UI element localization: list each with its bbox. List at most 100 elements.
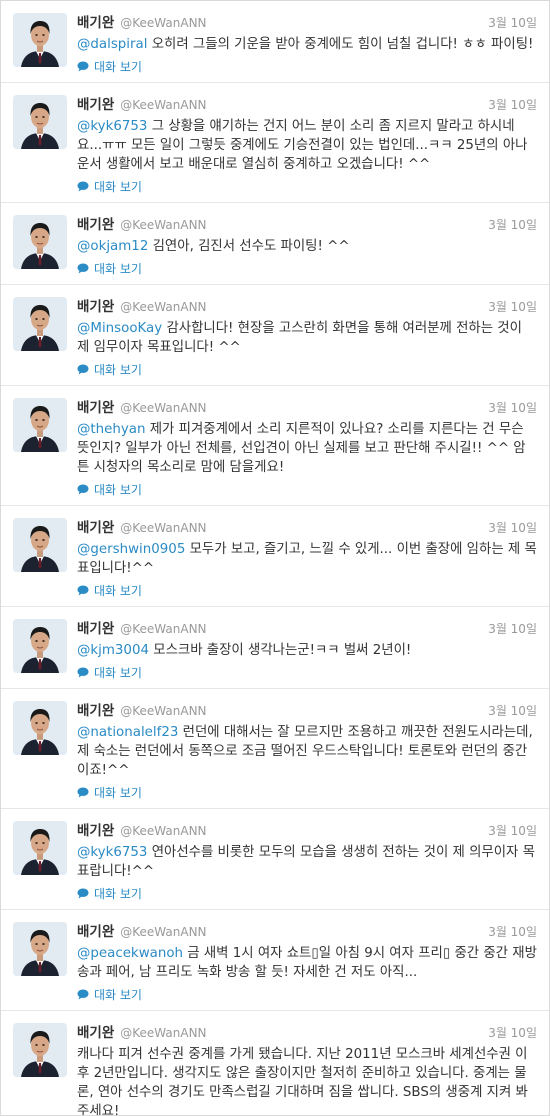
mention-link[interactable]: @MinsooKay	[77, 321, 162, 336]
mention-link[interactable]: @okjam12	[77, 239, 148, 254]
action-label[interactable]: 대화 보기	[94, 481, 142, 498]
timestamp[interactable]: 3월 10일	[488, 216, 537, 233]
tweet[interactable]: 배기완 @KeeWanANN 3월 10일 @peacekwanoh 금 새벽 …	[1, 910, 549, 1011]
avatar[interactable]	[13, 922, 67, 976]
user-handle[interactable]: @KeeWanANN	[120, 824, 206, 838]
view-conversation-link[interactable]: 대화 보기	[77, 784, 537, 800]
mention-link[interactable]: @thehyan	[77, 422, 145, 437]
user-handle[interactable]: @KeeWanANN	[120, 401, 206, 415]
tweet-body: 모스크바 출장이 생각나는군!ㅋㅋ 벌써 2년이!	[149, 643, 412, 658]
tweet-body: 오히려 그들의 기운을 받아 중계에도 힘이 넘칠 겁니다! ㅎㅎ 파이팅!	[147, 37, 534, 52]
display-name[interactable]: 배기완	[77, 11, 114, 31]
user-handle[interactable]: @KeeWanANN	[120, 218, 206, 232]
timestamp[interactable]: 3월 10일	[488, 96, 537, 113]
avatar[interactable]	[13, 215, 67, 269]
timestamp[interactable]: 3월 10일	[488, 822, 537, 839]
action-label[interactable]: 대화 보기	[94, 178, 142, 195]
speech-bubble-icon	[77, 181, 89, 191]
mention-link[interactable]: @gershwin0905	[77, 542, 185, 557]
avatar[interactable]	[13, 398, 67, 452]
timestamp[interactable]: 3월 10일	[488, 14, 537, 31]
tweet[interactable]: 배기완 @KeeWanANN 3월 10일 @nationalelf23 런던에…	[1, 689, 549, 809]
view-conversation-link[interactable]: 대화 보기	[77, 260, 537, 276]
tweet[interactable]: 배기완 @KeeWanANN 3월 10일 캐나다 피겨 선수권 중계를 가게 …	[1, 1011, 549, 1115]
tweet[interactable]: 배기완 @KeeWanANN 3월 10일 @thehyan 제가 피겨중계에서…	[1, 386, 549, 506]
action-label[interactable]: 대화 보기	[94, 986, 142, 1003]
speech-bubble-icon	[77, 989, 89, 999]
tweet-header: 배기완 @KeeWanANN 3월 10일	[77, 516, 537, 536]
tweet-header: 배기완 @KeeWanANN 3월 10일	[77, 1021, 537, 1041]
avatar[interactable]	[13, 297, 67, 351]
user-handle[interactable]: @KeeWanANN	[120, 16, 206, 30]
mention-link[interactable]: @kyk6753	[77, 845, 147, 860]
tweet[interactable]: 배기완 @KeeWanANN 3월 10일 @gershwin0905 모두가 …	[1, 506, 549, 607]
user-handle[interactable]: @KeeWanANN	[120, 98, 206, 112]
speech-bubble-icon	[77, 484, 89, 494]
timestamp[interactable]: 3월 10일	[488, 620, 537, 637]
avatar[interactable]	[13, 518, 67, 572]
display-name[interactable]: 배기완	[77, 699, 114, 719]
user-handle[interactable]: @KeeWanANN	[120, 521, 206, 535]
user-handle[interactable]: @KeeWanANN	[120, 704, 206, 718]
tweet[interactable]: 배기완 @KeeWanANN 3월 10일 @okjam12 김연아, 김진서 …	[1, 203, 549, 285]
tweet[interactable]: 배기완 @KeeWanANN 3월 10일 @kjm3004 모스크바 출장이 …	[1, 607, 549, 689]
display-name[interactable]: 배기완	[77, 516, 114, 536]
action-label[interactable]: 대화 보기	[94, 885, 142, 902]
mention-link[interactable]: @nationalelf23	[77, 725, 178, 740]
action-label[interactable]: 대화 보기	[94, 582, 142, 599]
tweet-text: @MinsooKay 감사합니다! 현장을 고스란히 화면을 통해 여러분께 전…	[77, 319, 537, 357]
tweet[interactable]: 배기완 @KeeWanANN 3월 10일 @kyk6753 연아선수를 비롯한…	[1, 809, 549, 910]
view-conversation-link[interactable]: 대화 보기	[77, 58, 537, 74]
mention-link[interactable]: @kjm3004	[77, 643, 149, 658]
tweet-text: @kjm3004 모스크바 출장이 생각나는군!ㅋㅋ 벌써 2년이!	[77, 641, 537, 660]
view-conversation-link[interactable]: 대화 보기	[77, 664, 537, 680]
display-name[interactable]: 배기완	[77, 213, 114, 233]
timestamp[interactable]: 3월 10일	[488, 702, 537, 719]
mention-link[interactable]: @kyk6753	[77, 119, 147, 134]
tweet[interactable]: 배기완 @KeeWanANN 3월 10일 @MinsooKay 감사합니다! …	[1, 285, 549, 386]
avatar[interactable]	[13, 821, 67, 875]
tweet[interactable]: 배기완 @KeeWanANN 3월 10일 @kyk6753 그 상황을 얘기하…	[1, 83, 549, 203]
view-conversation-link[interactable]: 대화 보기	[77, 481, 537, 497]
timestamp[interactable]: 3월 10일	[488, 399, 537, 416]
timestamp[interactable]: 3월 10일	[488, 1024, 537, 1041]
tweet-text: @nationalelf23 런던에 대해서는 잘 모르지만 조용하고 깨끗한 …	[77, 723, 537, 780]
tweet-header: 배기완 @KeeWanANN 3월 10일	[77, 819, 537, 839]
display-name[interactable]: 배기완	[77, 396, 114, 416]
view-conversation-link[interactable]: 대화 보기	[77, 178, 537, 194]
tweet-text: @okjam12 김연아, 김진서 선수도 파이팅! ^^	[77, 237, 537, 256]
view-conversation-link[interactable]: 대화 보기	[77, 582, 537, 598]
timestamp[interactable]: 3월 10일	[488, 923, 537, 940]
display-name[interactable]: 배기완	[77, 1021, 114, 1041]
display-name[interactable]: 배기완	[77, 819, 114, 839]
tweet-header: 배기완 @KeeWanANN 3월 10일	[77, 93, 537, 113]
user-handle[interactable]: @KeeWanANN	[120, 300, 206, 314]
tweet-text: @dalspiral 오히려 그들의 기운을 받아 중계에도 힘이 넘칠 겁니다…	[77, 35, 537, 54]
display-name[interactable]: 배기완	[77, 295, 114, 315]
display-name[interactable]: 배기완	[77, 920, 114, 940]
action-label[interactable]: 대화 보기	[94, 260, 142, 277]
avatar[interactable]	[13, 95, 67, 149]
avatar[interactable]	[13, 701, 67, 755]
action-label[interactable]: 대화 보기	[94, 784, 142, 801]
user-handle[interactable]: @KeeWanANN	[120, 925, 206, 939]
mention-link[interactable]: @peacekwanoh	[77, 946, 183, 961]
avatar[interactable]	[13, 13, 67, 67]
display-name[interactable]: 배기완	[77, 617, 114, 637]
speech-bubble-icon	[77, 667, 89, 677]
view-conversation-link[interactable]: 대화 보기	[77, 361, 537, 377]
action-label[interactable]: 대화 보기	[94, 58, 142, 75]
user-handle[interactable]: @KeeWanANN	[120, 1026, 206, 1040]
action-label[interactable]: 대화 보기	[94, 361, 142, 378]
timestamp[interactable]: 3월 10일	[488, 298, 537, 315]
avatar[interactable]	[13, 1023, 67, 1077]
avatar[interactable]	[13, 619, 67, 673]
display-name[interactable]: 배기완	[77, 93, 114, 113]
action-label[interactable]: 대화 보기	[94, 664, 142, 681]
mention-link[interactable]: @dalspiral	[77, 37, 147, 52]
view-conversation-link[interactable]: 대화 보기	[77, 986, 537, 1002]
user-handle[interactable]: @KeeWanANN	[120, 622, 206, 636]
tweet[interactable]: 배기완 @KeeWanANN 3월 10일 @dalspiral 오히려 그들의…	[1, 1, 549, 83]
timestamp[interactable]: 3월 10일	[488, 519, 537, 536]
view-conversation-link[interactable]: 대화 보기	[77, 885, 537, 901]
